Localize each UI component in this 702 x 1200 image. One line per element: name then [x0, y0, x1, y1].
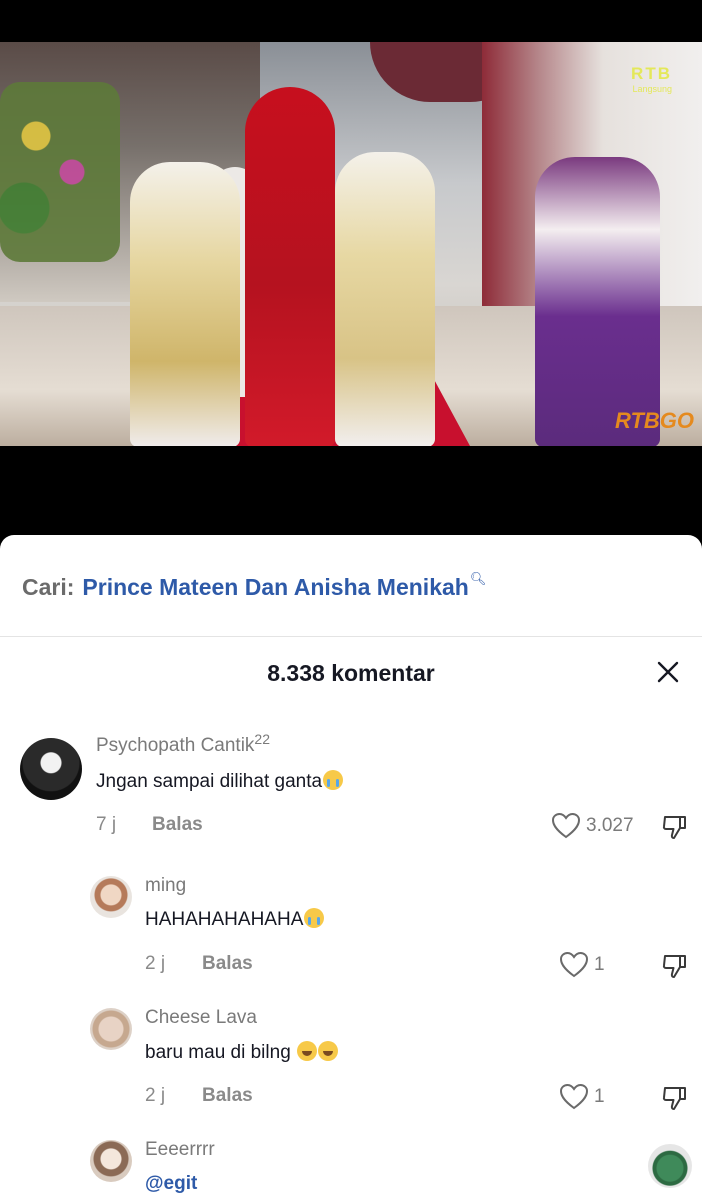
comment-text-content: HAHAHAHAHAHA	[145, 909, 304, 930]
search-icon: 🔍︎	[469, 571, 487, 586]
comment-mention[interactable]: @egit	[145, 1173, 197, 1195]
comment-count: 8.338 komentar	[267, 660, 435, 686]
dislike-button[interactable]	[662, 1085, 688, 1116]
close-button[interactable]	[652, 656, 684, 688]
comment-text-content: baru mau di bilng	[145, 1042, 297, 1063]
reply-button[interactable]: Balas	[202, 953, 253, 975]
sticker-image[interactable]	[648, 1144, 692, 1188]
heart-icon	[560, 1084, 588, 1110]
heart-icon	[552, 813, 580, 839]
like-count: 1	[594, 954, 605, 975]
video-scene-person	[335, 152, 435, 446]
laughing-emoji-icon	[297, 1041, 318, 1061]
comment-username[interactable]: ming	[145, 875, 186, 897]
dislike-button[interactable]	[662, 814, 688, 845]
comment-username[interactable]: Eeeerrrr	[145, 1139, 215, 1161]
username-text: Psychopath Cantik	[96, 735, 255, 756]
like-count: 1	[594, 1086, 605, 1107]
like-button[interactable]: 1	[560, 1084, 605, 1110]
username-superscript: 22	[254, 731, 270, 747]
comment-username[interactable]: Psychopath Cantik22	[96, 731, 270, 757]
search-query-link[interactable]: Prince Mateen Dan Anisha Menikah	[82, 574, 468, 601]
comment-text-content: Jngan sampai dilihat ganta	[96, 771, 323, 792]
crying-emoji-icon	[323, 770, 344, 790]
heart-icon	[560, 952, 588, 978]
comment-text: baru mau di bilng	[145, 1041, 339, 1064]
video-frame[interactable]: RTB Langsung RTBGO	[0, 42, 702, 446]
video-scene-bride	[245, 87, 335, 446]
broadcaster-logo: RTB	[631, 64, 672, 83]
reply-button[interactable]: Balas	[152, 814, 203, 836]
close-icon	[657, 661, 679, 683]
like-button[interactable]: 3.027	[552, 813, 634, 839]
like-count: 3.027	[586, 815, 634, 836]
comment-username[interactable]: Cheese Lava	[145, 1007, 257, 1029]
thumbs-down-icon	[662, 1087, 686, 1110]
video-scene-person	[130, 162, 240, 446]
watermark-logo: RTBGO	[614, 408, 694, 433]
avatar[interactable]	[90, 876, 132, 918]
divider	[0, 636, 702, 637]
video-player[interactable]: RTB Langsung RTBGO	[0, 0, 702, 540]
avatar[interactable]	[90, 1008, 132, 1050]
avatar[interactable]	[20, 738, 82, 800]
comment-text: Jngan sampai dilihat ganta	[96, 770, 344, 793]
crying-emoji-icon	[304, 908, 325, 928]
broadcaster-logo-sub: Langsung	[632, 84, 672, 94]
search-suggestion[interactable]: Cari: Prince Mateen Dan Anisha Menikah 🔍…	[22, 571, 487, 602]
comment-text: HAHAHAHAHAHA	[145, 908, 325, 931]
laughing-emoji-icon	[318, 1041, 339, 1061]
avatar[interactable]	[90, 1140, 132, 1182]
thumbs-down-icon	[662, 955, 686, 978]
thumbs-down-icon	[662, 816, 686, 839]
video-scene-flowers	[0, 82, 120, 262]
like-button[interactable]: 1	[560, 952, 605, 978]
reply-button[interactable]: Balas	[202, 1085, 253, 1107]
video-scene-person	[535, 157, 660, 446]
comment-time: 7 j	[96, 814, 117, 835]
search-prefix: Cari:	[22, 573, 75, 600]
comment-time: 2 j	[145, 953, 166, 974]
comment-time: 2 j	[145, 1085, 166, 1106]
dislike-button[interactable]	[662, 953, 688, 984]
